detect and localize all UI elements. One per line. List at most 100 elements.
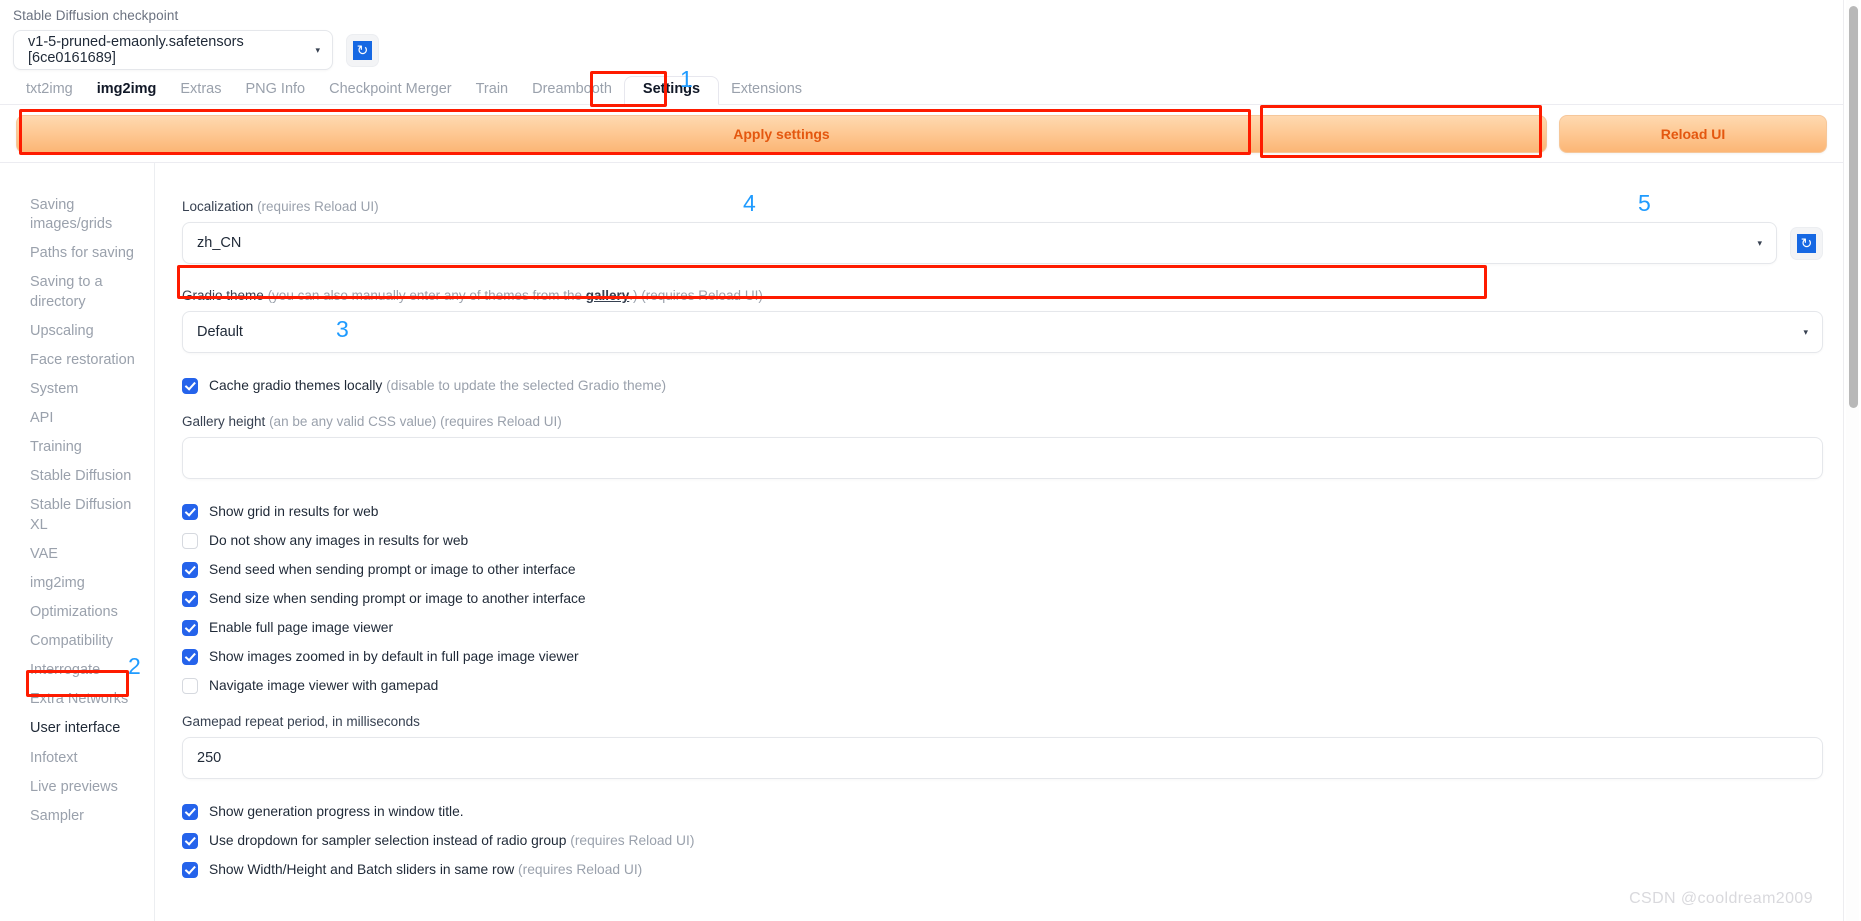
do-not-show-images-label: Do not show any images in results for we… [209, 533, 469, 548]
tab-checkpoint-merger[interactable]: Checkpoint Merger [317, 77, 464, 104]
checkpoint-dropdown[interactable]: v1-5-pruned-emaonly.safetensors [6ce0161… [13, 30, 333, 70]
show-images-zoomed-row[interactable]: Show images zoomed in by default in full… [182, 642, 1823, 671]
use-dropdown-sampler-checkbox[interactable] [182, 832, 198, 849]
sidebar-item-sampler[interactable]: Sampler [0, 802, 154, 831]
sidebar-item-vae[interactable]: VAE [0, 540, 154, 569]
chevron-down-icon: ▾ [315, 44, 320, 55]
settings-body: Saving images/grids Paths for saving Sav… [0, 163, 1843, 921]
sidebar-item-upscaling[interactable]: Upscaling [0, 317, 154, 346]
gradio-theme-hint-post: .) (requires Reload UI) [629, 288, 763, 303]
sidebar-item-paths-for-saving[interactable]: Paths for saving [0, 239, 154, 268]
gradio-theme-dropdown[interactable]: Default ▾ [182, 311, 1823, 353]
reload-ui-button[interactable]: Reload UI [1559, 114, 1827, 153]
refresh-icon: ↻ [353, 40, 372, 60]
gallery-height-label-text: Gallery height [182, 414, 266, 429]
tab-train[interactable]: Train [464, 77, 521, 104]
show-grid-in-results-checkbox[interactable] [182, 503, 198, 520]
sidebar-item-infotext[interactable]: Infotext [0, 744, 154, 773]
main-tabbar: txt2img img2img Extras PNG Info Checkpoi… [0, 76, 1843, 105]
cache-gradio-themes-hint: (disable to update the selected Gradio t… [386, 378, 667, 393]
gamepad-repeat-value: 250 [197, 750, 222, 766]
settings-content: Localization (requires Reload UI) zh_CN … [155, 163, 1843, 921]
sidebar-item-face-restoration[interactable]: Face restoration [0, 346, 154, 375]
tab-extras[interactable]: Extras [168, 77, 233, 104]
use-dropdown-sampler-row[interactable]: Use dropdown for sampler selection inste… [182, 826, 1823, 855]
settings-sidebar: Saving images/grids Paths for saving Sav… [0, 163, 155, 921]
enable-full-page-viewer-checkbox[interactable] [182, 619, 198, 636]
show-generation-progress-row[interactable]: Show generation progress in window title… [182, 797, 1823, 826]
sidebar-item-interrogate[interactable]: Interrogate [0, 656, 154, 685]
tab-img2img[interactable]: img2img [85, 77, 169, 104]
show-images-zoomed-checkbox[interactable] [182, 648, 198, 665]
sidebar-item-stable-diffusion[interactable]: Stable Diffusion [0, 462, 154, 491]
sidebar-item-api[interactable]: API [0, 404, 154, 433]
enable-full-page-viewer-label: Enable full page image viewer [209, 620, 394, 635]
gradio-theme-label: Gradio theme (you can also manually ente… [182, 288, 1823, 303]
gradio-theme-hint-pre: (you can also manually enter any of them… [267, 288, 586, 303]
sidebar-item-img2img[interactable]: img2img [0, 569, 154, 598]
sidebar-item-stable-diffusion-xl[interactable]: Stable Diffusion XL [0, 491, 154, 539]
gallery-height-input[interactable] [182, 437, 1823, 479]
navigate-with-gamepad-label: Navigate image viewer with gamepad [209, 678, 439, 693]
gradio-theme-label-text: Gradio theme [182, 288, 264, 303]
apply-settings-button[interactable]: Apply settings [16, 114, 1547, 153]
gallery-height-label: Gallery height (an be any valid CSS valu… [182, 414, 1823, 429]
show-generation-progress-checkbox[interactable] [182, 803, 198, 820]
checkpoint-row: v1-5-pruned-emaonly.safetensors [6ce0161… [13, 30, 379, 70]
tab-settings[interactable]: Settings [623, 76, 720, 105]
localization-value: zh_CN [197, 235, 242, 251]
show-grid-in-results-row[interactable]: Show grid in results for web [182, 497, 1823, 526]
checkpoint-section: Stable Diffusion checkpoint v1-5-pruned-… [13, 8, 379, 70]
tab-extensions[interactable]: Extensions [719, 77, 814, 104]
gamepad-repeat-input[interactable]: 250 [182, 737, 1823, 779]
show-generation-progress-label: Show generation progress in window title… [209, 804, 464, 819]
cache-gradio-themes-checkbox[interactable] [182, 377, 198, 394]
do-not-show-images-row[interactable]: Do not show any images in results for we… [182, 526, 1823, 555]
chevron-down-icon: ▾ [1803, 326, 1808, 337]
sidebar-item-extra-networks[interactable]: Extra Networks [0, 685, 154, 714]
do-not-show-images-checkbox[interactable] [182, 532, 198, 549]
send-size-label: Send size when sending prompt or image t… [209, 591, 586, 606]
tab-png-info[interactable]: PNG Info [233, 77, 317, 104]
sidebar-item-system[interactable]: System [0, 375, 154, 404]
send-size-row[interactable]: Send size when sending prompt or image t… [182, 584, 1823, 613]
show-images-zoomed-label: Show images zoomed in by default in full… [209, 649, 579, 664]
show-width-height-batch-checkbox[interactable] [182, 861, 198, 878]
gradio-theme-field: Gradio theme (you can also manually ente… [182, 288, 1823, 353]
send-seed-row[interactable]: Send seed when sending prompt or image t… [182, 555, 1823, 584]
tab-dreambooth[interactable]: Dreambooth [520, 77, 624, 104]
checkpoint-label: Stable Diffusion checkpoint [13, 8, 179, 23]
localization-label-text: Localization [182, 199, 254, 214]
page-scrollbar-thumb[interactable] [1849, 6, 1858, 408]
localization-dropdown[interactable]: zh_CN ▾ [182, 222, 1777, 264]
refresh-icon: ↻ [1797, 233, 1816, 253]
chevron-down-icon: ▾ [1757, 237, 1762, 248]
navigate-with-gamepad-checkbox[interactable] [182, 677, 198, 694]
sidebar-item-training[interactable]: Training [0, 433, 154, 462]
send-size-checkbox[interactable] [182, 590, 198, 607]
send-seed-checkbox[interactable] [182, 561, 198, 578]
sidebar-item-compatibility[interactable]: Compatibility [0, 627, 154, 656]
gamepad-repeat-label: Gamepad repeat period, in milliseconds [182, 714, 420, 729]
send-seed-label: Send seed when sending prompt or image t… [209, 562, 576, 577]
tab-txt2img[interactable]: txt2img [14, 77, 85, 104]
settings-action-bar: Apply settings Reload UI [0, 105, 1843, 163]
watermark-text: CSDN @cooldream2009 [1629, 890, 1813, 907]
localization-refresh-button[interactable]: ↻ [1790, 226, 1823, 260]
sidebar-item-saving-images-grids[interactable]: Saving images/grids [0, 191, 154, 239]
sidebar-item-user-interface[interactable]: User interface [0, 714, 154, 743]
cache-gradio-themes-label-text: Cache gradio themes locally [209, 378, 383, 393]
sidebar-item-saving-to-a-directory[interactable]: Saving to a directory [0, 268, 154, 316]
localization-label: Localization (requires Reload UI) [182, 199, 1823, 214]
use-dropdown-sampler-label-text: Use dropdown for sampler selection inste… [209, 833, 567, 848]
show-grid-in-results-label: Show grid in results for web [209, 504, 379, 519]
gamepad-repeat-field: Gamepad repeat period, in milliseconds 2… [182, 714, 1823, 779]
cache-gradio-themes-row[interactable]: Cache gradio themes locally (disable to … [182, 371, 1823, 400]
gradio-theme-gallery-link[interactable]: gallery [586, 288, 630, 303]
checkpoint-refresh-button[interactable]: ↻ [346, 33, 379, 67]
sidebar-item-optimizations[interactable]: Optimizations [0, 598, 154, 627]
sidebar-item-live-previews[interactable]: Live previews [0, 773, 154, 802]
enable-full-page-viewer-row[interactable]: Enable full page image viewer [182, 613, 1823, 642]
show-width-height-batch-row[interactable]: Show Width/Height and Batch sliders in s… [182, 855, 1823, 884]
navigate-with-gamepad-row[interactable]: Navigate image viewer with gamepad [182, 671, 1823, 700]
